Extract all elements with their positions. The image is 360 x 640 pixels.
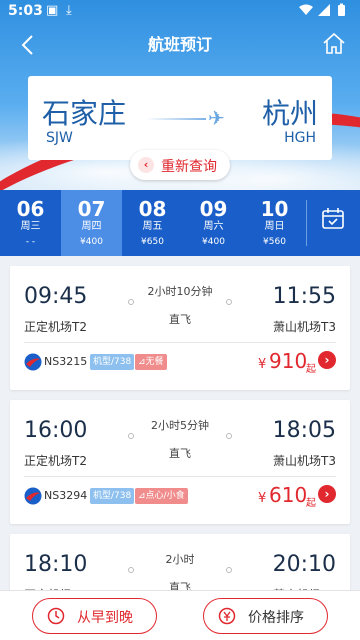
arrival-airport: 萧山机场T3 xyxy=(273,320,336,334)
price-icon xyxy=(218,607,236,625)
airline-logo-icon xyxy=(24,487,42,505)
date-item[interactable]: 08 周五 ¥650 xyxy=(122,190,183,256)
price-currency: ¥ xyxy=(258,491,267,506)
flight-price: 610 xyxy=(269,483,308,507)
chevron-right-icon[interactable]: › xyxy=(318,351,336,369)
calendar-icon xyxy=(322,208,344,229)
date-day: 08 xyxy=(138,197,167,221)
flight-card[interactable]: 16:00 正定机场T2 2小时5分钟 直飞 18:05 萧山机场T3 NS32… xyxy=(10,400,350,524)
departure-time: 09:45 xyxy=(24,284,88,309)
price-currency: ¥ xyxy=(258,357,267,372)
date-weekday: 周六 xyxy=(203,221,224,232)
wifi-signal-battery-icon xyxy=(299,3,345,16)
flight-duration: 2小时 xyxy=(165,553,195,566)
flight-card[interactable]: 09:45 正定机场T2 2小时10分钟 直飞 11:55 萧山机场T3 NS3… xyxy=(10,266,350,390)
departure-time: 18:10 xyxy=(24,552,88,577)
date-item[interactable]: 06 周三 - - xyxy=(0,190,61,256)
route-dot xyxy=(226,433,232,439)
date-weekday: 周三 xyxy=(20,221,41,232)
airline-logo-icon xyxy=(24,353,42,371)
requery-label: 重新查询 xyxy=(161,159,217,175)
home-button[interactable] xyxy=(322,32,348,58)
price-suffix: 起 xyxy=(306,498,316,509)
route-dot xyxy=(226,567,232,573)
date-divider xyxy=(306,200,307,246)
date-price: - - xyxy=(25,237,36,247)
aircraft-model-tag: 机型/738 xyxy=(90,488,135,504)
date-item-selected[interactable]: 07 周四 ¥400 xyxy=(61,190,122,256)
flight-type: 直飞 xyxy=(169,447,191,460)
flight-price: 910 xyxy=(269,349,308,373)
date-weekday: 周五 xyxy=(142,221,163,232)
signal-battery-icons xyxy=(298,3,352,21)
flight-duration: 2小时5分钟 xyxy=(151,419,209,432)
date-day: 06 xyxy=(16,197,45,221)
price-suffix: 起 xyxy=(306,364,316,375)
arrival-time: 20:10 xyxy=(272,552,336,577)
chevron-right-icon[interactable]: › xyxy=(318,485,336,503)
date-day: 10 xyxy=(260,197,289,221)
route-dot xyxy=(226,299,232,305)
route-dot xyxy=(128,299,134,305)
card-divider xyxy=(24,476,336,477)
title-bar: 航班预订 xyxy=(0,30,360,60)
header-banner: 5:03 ▣ ⤓ 航班预订 石家庄 SJW ✈ 杭州 HGH ‹ 重新查询 xyxy=(0,0,360,190)
bottom-sort-bar: 从早到晚 价格排序 xyxy=(0,590,360,640)
date-day: 07 xyxy=(77,197,106,221)
from-code: SJW xyxy=(46,130,73,146)
download-icon: ⤓ xyxy=(66,3,72,18)
sort-early-to-late-button[interactable]: 从早到晚 xyxy=(32,598,157,634)
status-time: 5:03 xyxy=(8,3,43,19)
home-icon xyxy=(323,32,345,54)
departure-time: 16:00 xyxy=(24,418,88,443)
meal-tag: ⊿点心/小食 xyxy=(135,488,188,504)
date-day: 09 xyxy=(199,197,228,221)
from-city: 石家庄 xyxy=(42,97,127,130)
sort-early-label: 从早到晚 xyxy=(77,610,133,626)
arrival-time: 11:55 xyxy=(272,284,336,309)
date-weekday: 周四 xyxy=(81,221,102,232)
page-title: 航班预订 xyxy=(147,35,212,54)
to-code: HGH xyxy=(284,130,316,146)
flight-duration: 2小时10分钟 xyxy=(147,285,213,298)
card-divider xyxy=(24,342,336,343)
departure-airport: 正定机场T2 xyxy=(24,454,87,468)
aircraft-model-tag: 机型/738 xyxy=(90,354,135,370)
flight-number: NS3215 xyxy=(44,355,88,368)
image-notification-icon: ▣ xyxy=(46,3,59,18)
date-price: ¥400 xyxy=(80,237,103,247)
route-card: 石家庄 SJW ✈ 杭州 HGH xyxy=(28,76,332,160)
date-item[interactable]: 10 周日 ¥560 xyxy=(244,190,305,256)
plane-icon: ✈ xyxy=(208,106,225,130)
arrival-airport: 萧山机场T3 xyxy=(273,454,336,468)
requery-button[interactable]: ‹ 重新查询 xyxy=(130,150,230,180)
to-city: 杭州 xyxy=(261,97,318,130)
chevron-left-icon: ‹ xyxy=(138,157,154,173)
date-item[interactable]: 09 周六 ¥400 xyxy=(183,190,244,256)
date-selector: 06 周三 - - 07 周四 ¥400 08 周五 ¥650 09 周六 ¥4… xyxy=(0,190,360,256)
departure-airport: 正定机场T2 xyxy=(24,320,87,334)
calendar-button[interactable] xyxy=(320,206,348,236)
sort-price-label: 价格排序 xyxy=(248,610,304,626)
date-price: ¥560 xyxy=(263,237,286,247)
flight-number: NS3294 xyxy=(44,489,88,502)
status-bar: 5:03 ▣ ⤓ xyxy=(0,0,360,24)
route-line xyxy=(146,118,206,120)
clock-icon xyxy=(47,607,65,625)
route-dot xyxy=(128,567,134,573)
sort-by-price-button[interactable]: 价格排序 xyxy=(203,598,328,634)
date-price: ¥650 xyxy=(141,237,164,247)
flight-type: 直飞 xyxy=(169,313,191,326)
date-price: ¥400 xyxy=(202,237,225,247)
arrival-time: 18:05 xyxy=(272,418,336,443)
meal-tag: ⊿无餐 xyxy=(135,354,167,370)
date-weekday: 周日 xyxy=(264,221,285,232)
route-dot xyxy=(128,433,134,439)
